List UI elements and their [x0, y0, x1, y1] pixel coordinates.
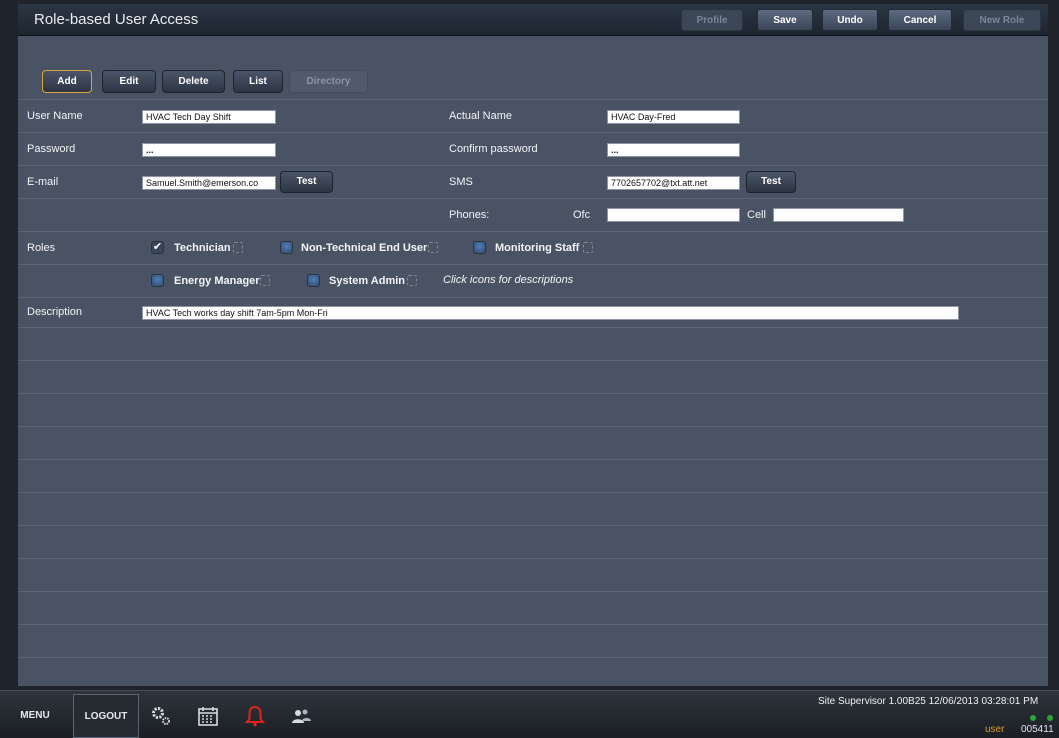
add-button[interactable]: Add — [42, 70, 92, 93]
alarm-bell-icon[interactable] — [244, 705, 266, 727]
password-label: Password — [27, 143, 76, 155]
confirm-password-field[interactable]: ... — [607, 143, 740, 157]
header-bar: Role-based User Access Profile Save Undo… — [18, 4, 1048, 36]
row-divider — [18, 264, 1048, 265]
row-divider — [18, 393, 1048, 394]
users-icon[interactable] — [290, 705, 312, 727]
user-name-label: User Name — [27, 110, 83, 122]
row-divider — [18, 99, 1048, 100]
email-field[interactable]: Samuel.Smith@emerson.co — [142, 176, 276, 190]
sms-test-button[interactable]: Test — [746, 171, 796, 193]
energy-manager-checkbox[interactable] — [151, 274, 164, 287]
footer-bar: MENU LOGOUT Site Supervisor 1.00B25 12/0… — [0, 690, 1059, 738]
email-test-button[interactable]: Test — [280, 171, 333, 193]
technician-checkbox[interactable]: ✔ — [151, 241, 164, 254]
user-form-panel: Add Edit Delete List Directory User Name… — [18, 36, 1048, 686]
role-label-non-technical: Non-Technical End User — [301, 242, 428, 254]
list-button[interactable]: List — [233, 70, 283, 93]
row-divider — [18, 132, 1048, 133]
energy-manager-info-icon[interactable] — [260, 275, 270, 286]
role-label-technician: Technician — [174, 242, 231, 254]
actual-name-label: Actual Name — [449, 110, 512, 122]
row-divider — [18, 360, 1048, 361]
new-role-button[interactable]: New Role — [963, 9, 1041, 31]
save-button[interactable]: Save — [757, 9, 813, 31]
logout-button[interactable]: LOGOUT — [73, 694, 139, 738]
cancel-button[interactable]: Cancel — [888, 9, 952, 31]
settings-gear-icon[interactable] — [150, 705, 172, 727]
row-divider — [18, 558, 1048, 559]
description-field[interactable]: HVAC Tech works day shift 7am-5pm Mon-Fr… — [142, 306, 959, 320]
row-divider — [18, 624, 1048, 625]
row-divider — [18, 327, 1048, 328]
system-admin-checkbox[interactable] — [307, 274, 320, 287]
row-divider — [18, 231, 1048, 232]
user-name-field[interactable]: HVAC Tech Day Shift — [142, 110, 276, 124]
row-divider — [18, 297, 1048, 298]
sms-label: SMS — [449, 176, 473, 188]
profile-button[interactable]: Profile — [681, 9, 743, 31]
cell-label: Cell — [747, 209, 766, 221]
status-dot-1 — [1030, 715, 1036, 721]
undo-button[interactable]: Undo — [822, 9, 878, 31]
sms-field[interactable]: 7702657702@txt.att.net — [607, 176, 740, 190]
site-info-text: Site Supervisor 1.00B25 12/06/2013 03:28… — [818, 696, 1039, 707]
role-label-energy-manager: Energy Manager — [174, 275, 260, 287]
roles-hint: Click icons for descriptions — [443, 274, 574, 286]
row-divider — [18, 657, 1048, 658]
page-title: Role-based User Access — [34, 11, 199, 28]
user-label: user — [985, 724, 1005, 735]
row-divider — [18, 492, 1048, 493]
menu-button[interactable]: MENU — [0, 694, 70, 738]
row-divider — [18, 426, 1048, 427]
non-technical-checkbox[interactable] — [280, 241, 293, 254]
description-label: Description — [27, 306, 83, 318]
edit-button[interactable]: Edit — [102, 70, 156, 93]
confirm-password-label: Confirm password — [449, 143, 538, 155]
row-divider — [18, 198, 1048, 199]
delete-button[interactable]: Delete — [162, 70, 225, 93]
row-divider — [18, 459, 1048, 460]
monitoring-staff-info-icon[interactable] — [583, 242, 593, 253]
email-label: E-mail — [27, 176, 59, 188]
password-field[interactable]: ... — [142, 143, 276, 157]
row-divider — [18, 591, 1048, 592]
phones-label: Phones: — [449, 209, 490, 221]
monitoring-staff-checkbox[interactable] — [473, 241, 486, 254]
role-label-system-admin: System Admin — [329, 275, 406, 287]
system-admin-info-icon[interactable] — [407, 275, 417, 286]
row-divider — [18, 525, 1048, 526]
ofc-phone-field[interactable] — [607, 208, 740, 222]
cell-phone-field[interactable] — [773, 208, 904, 222]
calendar-icon[interactable] — [197, 705, 219, 727]
app-window: Role-based User Access Profile Save Undo… — [0, 0, 1059, 738]
actual-name-field[interactable]: HVAC Day-Fred — [607, 110, 740, 124]
user-id: 005411 — [1021, 724, 1054, 735]
directory-button[interactable]: Directory — [289, 70, 368, 93]
non-technical-info-icon[interactable] — [428, 242, 438, 253]
role-label-monitoring-staff: Monitoring Staff — [495, 242, 580, 254]
status-dot-2 — [1047, 715, 1053, 721]
ofc-label: Ofc — [573, 209, 591, 221]
roles-label: Roles — [27, 242, 56, 254]
technician-info-icon[interactable] — [233, 242, 243, 253]
row-divider — [18, 165, 1048, 166]
